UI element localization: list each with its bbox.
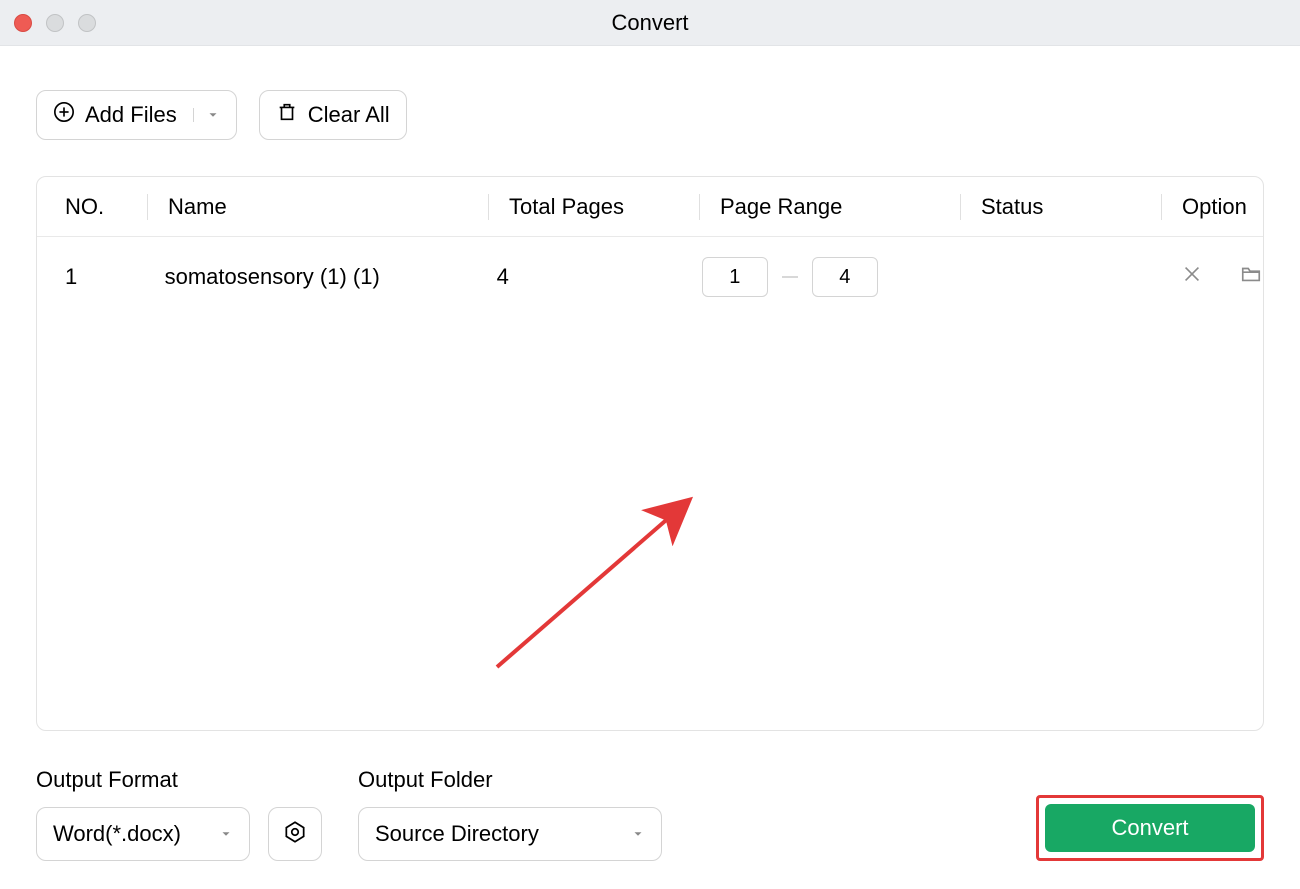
add-files-label: Add Files (85, 102, 177, 128)
header-name: Name (168, 194, 488, 220)
header-no: NO. (37, 194, 147, 220)
window-title: Convert (611, 10, 688, 36)
chevron-down-icon (219, 821, 233, 847)
cell-total: 4 (497, 264, 683, 290)
range-to-input[interactable] (812, 257, 878, 297)
gear-icon (282, 819, 308, 850)
table-row: 1 somatosensory (1) (1) 4 (37, 237, 1263, 317)
header-divider (147, 194, 148, 220)
cell-name: somatosensory (1) (1) (165, 264, 478, 290)
bottom-bar: Output Format Word(*.docx) (36, 767, 1264, 861)
header-status: Status (981, 194, 1161, 220)
output-format-label: Output Format (36, 767, 322, 793)
maximize-icon[interactable] (78, 14, 96, 32)
remove-icon[interactable] (1181, 263, 1203, 291)
convert-highlight: Convert (1036, 795, 1264, 861)
close-icon[interactable] (14, 14, 32, 32)
output-format-group: Output Format Word(*.docx) (36, 767, 322, 861)
output-folder-group: Output Folder Source Directory (358, 767, 662, 861)
cell-no: 1 (37, 264, 145, 290)
titlebar: Convert (0, 0, 1300, 46)
table-header: NO. Name Total Pages Page Range Status O… (37, 177, 1263, 237)
range-dash-icon (782, 276, 798, 278)
add-files-button[interactable]: Add Files (36, 90, 237, 140)
clear-all-label: Clear All (308, 102, 390, 128)
settings-button[interactable] (268, 807, 322, 861)
header-divider (1161, 194, 1162, 220)
trash-icon (276, 101, 298, 129)
clear-all-button[interactable]: Clear All (259, 90, 407, 140)
chevron-down-icon (631, 821, 645, 847)
window-controls (14, 14, 96, 32)
convert-button[interactable]: Convert (1045, 804, 1255, 852)
main-content: Add Files Clear All NO. Name Total Pages… (0, 90, 1300, 861)
file-table: NO. Name Total Pages Page Range Status O… (36, 176, 1264, 731)
header-total: Total Pages (509, 194, 699, 220)
header-divider (488, 194, 489, 220)
cell-range (702, 257, 936, 297)
cell-option (1151, 263, 1263, 291)
folder-icon[interactable] (1239, 263, 1263, 291)
output-folder-select[interactable]: Source Directory (358, 807, 662, 861)
header-range: Page Range (720, 194, 960, 220)
output-folder-value: Source Directory (375, 821, 539, 847)
range-from-input[interactable] (702, 257, 768, 297)
output-folder-label: Output Folder (358, 767, 662, 793)
header-option: Option (1182, 194, 1263, 220)
plus-circle-icon (53, 101, 75, 129)
toolbar: Add Files Clear All (36, 90, 1264, 140)
chevron-down-icon (193, 108, 220, 122)
header-divider (699, 194, 700, 220)
output-format-select[interactable]: Word(*.docx) (36, 807, 250, 861)
minimize-icon[interactable] (46, 14, 64, 32)
output-format-value: Word(*.docx) (53, 821, 181, 847)
header-divider (960, 194, 961, 220)
annotation-arrow-icon (492, 492, 712, 682)
